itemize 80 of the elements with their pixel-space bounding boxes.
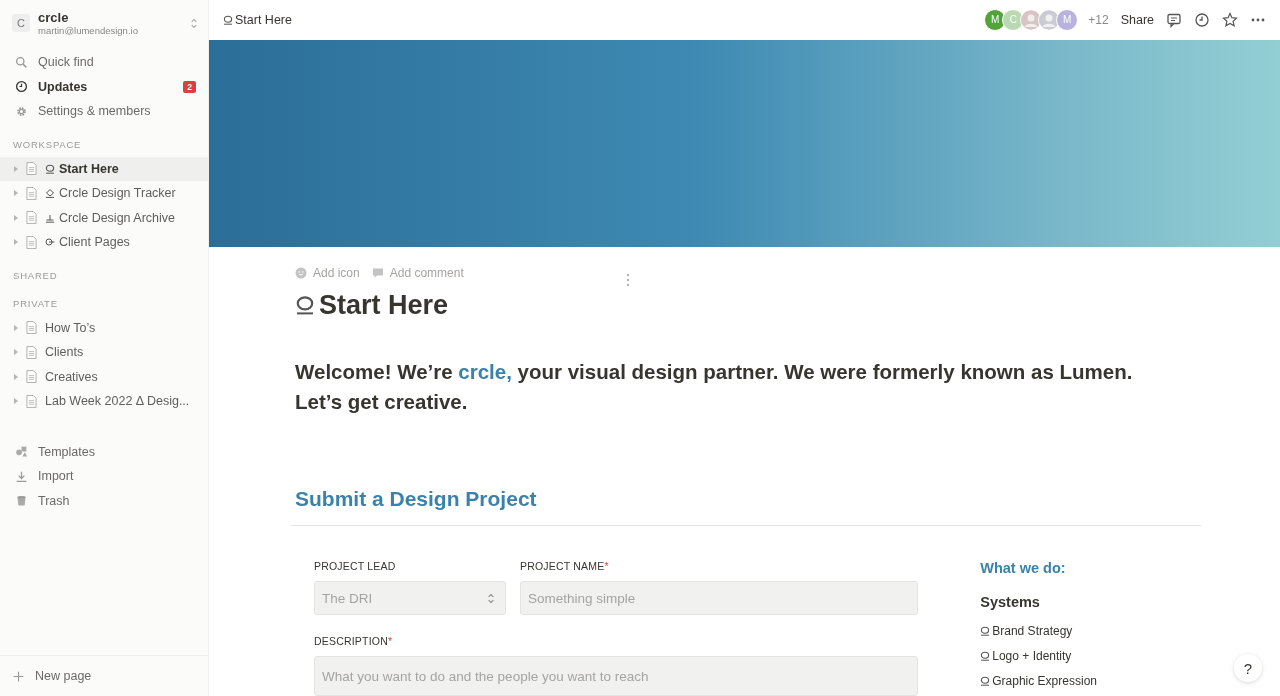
comment-icon (371, 267, 384, 279)
section-heading: Submit a Design Project (295, 487, 538, 511)
field-label: DESCRIPTION* (314, 635, 394, 647)
expand-icon[interactable] (12, 238, 20, 247)
field-label: PROJECT NAME* (520, 560, 610, 572)
sidebar-link[interactable]: Import (0, 464, 208, 489)
sidebar-link[interactable]: Trash (0, 488, 208, 513)
section-heading: SHARED (12, 269, 59, 283)
group-heading: Systems (980, 594, 1041, 610)
page-icon (26, 370, 37, 384)
ring-icon (980, 650, 991, 661)
nav-item[interactable]: Settings & members (0, 99, 208, 124)
star-icon[interactable] (1222, 11, 1238, 28)
page-item[interactable]: Clients (0, 340, 208, 365)
switcher-icon[interactable] (190, 17, 198, 29)
diamond-icon (45, 188, 55, 199)
section-heading: WORKSPACE (12, 138, 83, 152)
comment-icon[interactable] (1166, 11, 1182, 28)
page-item[interactable]: Lab Week 2022 Δ Desig... (0, 389, 208, 414)
ring-icon (45, 163, 55, 174)
description-field[interactable]: What you want to do and the people you want to reach (314, 656, 919, 696)
shapes-icon (15, 445, 28, 459)
breadcrumb[interactable]: Start Here (223, 12, 292, 27)
aside-heading: What we do: (980, 560, 1067, 576)
ring-icon (980, 625, 991, 636)
page-item[interactable]: Crcle Design Tracker (0, 181, 208, 206)
ring-icon (295, 295, 315, 315)
workspace-avatar[interactable]: C (12, 14, 30, 32)
nav-item[interactable]: Updates 2 (0, 74, 208, 99)
page-icon (26, 394, 37, 408)
service-item: Graphic Expression (980, 668, 1200, 693)
service-item: Brand Strategy (980, 618, 1200, 643)
field-label: PROJECT LEAD (314, 560, 397, 572)
expand-icon[interactable] (12, 348, 20, 357)
help-button[interactable]: ? (1234, 654, 1262, 682)
page-item[interactable]: Crcle Design Archive (0, 205, 208, 230)
arrow-circle-icon (45, 237, 55, 248)
page-item[interactable]: Client Pages (0, 230, 208, 255)
project-name-field[interactable]: Something simple (520, 581, 919, 615)
clock-icon (15, 80, 28, 94)
count-badge: 2 (183, 80, 196, 93)
page-icon (26, 162, 37, 176)
clock-icon[interactable] (1194, 11, 1210, 28)
page-icon (26, 235, 37, 249)
page-item[interactable]: Start Here (0, 156, 208, 181)
page-icon (26, 321, 37, 335)
expand-icon[interactable] (12, 164, 20, 173)
service-item: Logo + Identity (980, 643, 1200, 668)
ring-icon (980, 675, 991, 686)
anchor-icon (45, 212, 55, 223)
share-button[interactable]: Share (1120, 12, 1154, 27)
settings-icon (15, 104, 28, 118)
page-item[interactable]: How To’s (0, 315, 208, 340)
plus-icon (12, 669, 25, 683)
expand-icon[interactable] (12, 189, 20, 198)
smiley-icon (295, 267, 307, 279)
page-title: Start Here (295, 287, 1200, 323)
drag-handle-icon[interactable] (625, 273, 630, 287)
workspace-email: martin@lumendesign.io (38, 25, 139, 36)
search-icon (15, 55, 28, 69)
workspace-name[interactable]: crcle (38, 10, 182, 25)
expand-icon[interactable] (12, 213, 20, 222)
expand-icon[interactable] (12, 372, 20, 381)
new-page-button[interactable]: New page (0, 655, 208, 696)
page-icon (26, 186, 37, 200)
section-heading: PRIVATE (12, 297, 59, 311)
nav-item[interactable]: Quick find (0, 50, 208, 75)
page-icon (26, 211, 37, 225)
sidebar-link[interactable]: Templates (0, 439, 208, 464)
updown-icon (487, 592, 495, 604)
page-icon (26, 345, 37, 359)
download-icon (15, 469, 28, 483)
member-count[interactable]: +12 (1088, 12, 1109, 27)
trash-icon (15, 494, 28, 508)
page-item[interactable]: Creatives (0, 364, 208, 389)
ring-icon (223, 14, 233, 25)
expand-icon[interactable] (12, 397, 20, 406)
welcome-text: Welcome! We’re crcle, your visual design partner. We were formerly known as Lumen. Let’s get creative. (295, 359, 1134, 415)
expand-icon[interactable] (12, 323, 20, 332)
brand-link[interactable]: crcle, (458, 360, 512, 383)
